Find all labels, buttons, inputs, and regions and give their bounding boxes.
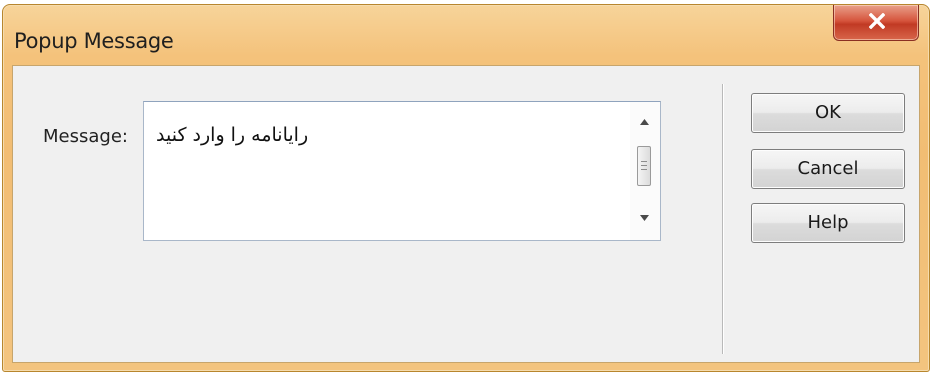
message-label: Message: <box>43 126 128 147</box>
message-text-value: رایانامه را وارد کنید <box>156 124 309 146</box>
window-title: Popup Message <box>14 29 174 53</box>
close-button[interactable] <box>833 5 919 41</box>
popup-message-dialog: Popup Message Message: رایانامه را وارد … <box>2 4 930 372</box>
scroll-thumb[interactable] <box>637 146 651 186</box>
ok-button[interactable]: OK <box>751 93 905 133</box>
scroll-up-button[interactable] <box>630 110 660 136</box>
cancel-button[interactable]: Cancel <box>751 149 905 189</box>
message-textarea[interactable]: رایانامه را وارد کنید <box>143 101 661 241</box>
help-button[interactable]: Help <box>751 203 905 243</box>
thumb-grip-line <box>641 169 647 170</box>
message-scrollbar[interactable] <box>630 102 660 240</box>
scroll-down-button[interactable] <box>630 206 660 232</box>
thumb-grip-line <box>641 161 647 162</box>
dialog-body: Message: رایانامه را وارد کنید OK Cancel… <box>12 65 920 363</box>
title-bar[interactable]: Popup Message <box>3 5 929 65</box>
vertical-divider <box>722 84 724 354</box>
scroll-down-arrow-icon <box>640 215 649 221</box>
close-icon <box>869 13 885 29</box>
scroll-up-arrow-icon <box>640 119 649 125</box>
thumb-grip-line <box>641 165 647 166</box>
